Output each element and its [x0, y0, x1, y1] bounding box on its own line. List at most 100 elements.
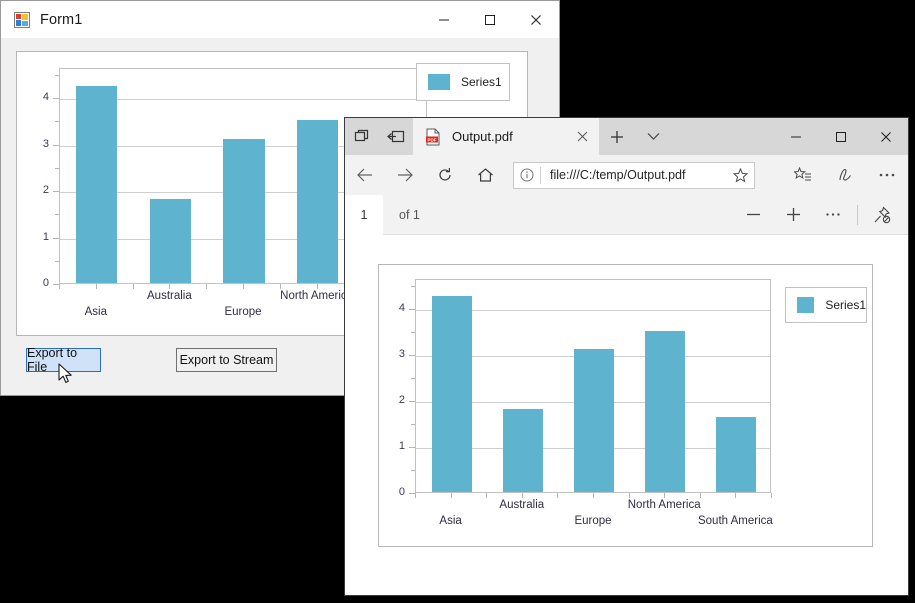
- x-axis-category-label: Australia: [499, 499, 545, 511]
- home-icon[interactable]: [465, 155, 505, 195]
- x-axis-tick: [628, 493, 630, 498]
- chart-bar: [223, 139, 265, 283]
- favorites-star-list-icon[interactable]: [782, 155, 824, 195]
- zoom-in-button[interactable]: [773, 195, 813, 235]
- add-notes-icon[interactable]: [824, 155, 866, 195]
- export-to-file-button[interactable]: Export to File: [26, 346, 101, 374]
- chevron-down-icon[interactable]: [635, 118, 671, 155]
- legend-color-swatch: [428, 74, 450, 90]
- unpin-toolbar-icon[interactable]: [862, 195, 902, 235]
- form1-caption-buttons: [421, 1, 559, 38]
- x-axis-category-label: Australia: [147, 290, 192, 302]
- x-axis-tick: [169, 284, 171, 289]
- y-axis-major-tick: [409, 354, 415, 356]
- chart-legend: Series1: [785, 287, 867, 323]
- y-axis-minor-tick: [55, 121, 59, 123]
- y-axis-major-tick: [409, 400, 415, 402]
- chart-bar: [431, 296, 472, 492]
- form1-maximize-button[interactable]: [467, 1, 513, 38]
- more-ellipsis-icon[interactable]: [866, 155, 908, 195]
- x-axis-tick: [486, 493, 488, 498]
- pdf-file-icon: PDF: [425, 128, 441, 146]
- y-axis-major-tick: [53, 191, 59, 193]
- new-tab-button[interactable]: [599, 118, 635, 155]
- y-axis-major-tick: [53, 144, 59, 146]
- y-axis-minor-tick: [55, 260, 59, 262]
- y-axis-minor-tick: [411, 331, 415, 333]
- x-axis-tick: [450, 493, 452, 498]
- x-axis-category-label: Asia: [84, 306, 107, 318]
- pdf-viewer-toolbar: 1 of 1: [345, 194, 908, 235]
- y-axis-minor-tick: [55, 167, 59, 169]
- y-axis-tick-label: 3: [398, 347, 405, 360]
- svg-text:PDF: PDF: [427, 137, 436, 142]
- y-axis-tick-label: 2: [42, 184, 49, 197]
- y-axis-tick-label: 1: [42, 230, 49, 243]
- y-axis-minor-tick: [55, 74, 59, 76]
- pdf-page-count-label: of 1: [399, 207, 420, 222]
- tab-previews-icon[interactable]: [345, 118, 379, 155]
- y-axis-minor-tick: [55, 214, 59, 216]
- x-axis-category-label: Asia: [439, 515, 462, 527]
- arrow-right-icon[interactable]: [385, 155, 425, 195]
- arrow-left-icon[interactable]: [345, 155, 385, 195]
- form1-minimize-button[interactable]: [421, 1, 467, 38]
- set-tabs-aside-icon[interactable]: [379, 118, 413, 155]
- edge-tab-strip[interactable]: PDF Output.pdf: [345, 118, 908, 155]
- pdf-more-ellipsis-icon[interactable]: [813, 195, 853, 235]
- pdf-toolbar-separator: [857, 204, 858, 225]
- edge-browser-window[interactable]: PDF Output.pdf file:///C:/temp/Output.pd…: [345, 118, 908, 595]
- edge-maximize-button[interactable]: [818, 118, 863, 155]
- star-icon[interactable]: [726, 167, 754, 183]
- info-icon[interactable]: [514, 168, 540, 182]
- legend-series-label: Series1: [461, 75, 502, 89]
- browser-tab-title: Output.pdf: [452, 129, 513, 144]
- y-axis-minor-tick: [411, 285, 415, 287]
- export-to-stream-button[interactable]: Export to Stream: [176, 348, 277, 372]
- y-axis-tick-label: 3: [42, 137, 49, 150]
- pdf-chart-image: 0 1 2 3 4 Asia Australia Europe North America Sou…: [378, 264, 873, 547]
- x-axis-tick: [316, 284, 318, 289]
- browser-tab-output-pdf[interactable]: PDF Output.pdf: [413, 118, 599, 155]
- chart-bar: [149, 199, 191, 283]
- x-axis-tick: [415, 493, 416, 498]
- address-bar-input[interactable]: file:///C:/temp/Output.pdf: [550, 168, 726, 182]
- form1-close-button[interactable]: [513, 1, 559, 38]
- edge-caption-buttons: [773, 118, 908, 155]
- pdf-chart-canvas: 0 1 2 3 4 Asia Australia Europe North America Sou…: [379, 265, 872, 546]
- x-axis-tick: [521, 493, 523, 498]
- y-axis-minor-tick: [411, 469, 415, 471]
- x-axis-tick: [735, 493, 737, 498]
- chart-bar: [502, 409, 543, 492]
- pdf-viewport[interactable]: 0 1 2 3 4 Asia Australia Europe North America Sou…: [345, 236, 908, 595]
- edge-minimize-button[interactable]: [773, 118, 818, 155]
- form1-title-bar[interactable]: Form1: [1, 1, 559, 38]
- y-axis-minor-tick: [411, 377, 415, 379]
- address-bar[interactable]: file:///C:/temp/Output.pdf: [513, 161, 755, 189]
- x-axis-tick: [664, 493, 666, 498]
- y-axis-tick-label: 4: [398, 301, 405, 314]
- form1-title-text: Form1: [40, 11, 83, 28]
- pdf-page-number-input[interactable]: 1: [345, 194, 383, 235]
- x-axis-tick: [132, 284, 134, 289]
- y-axis-major-tick: [53, 237, 59, 239]
- tab-close-icon[interactable]: [565, 118, 599, 155]
- x-axis-tick: [243, 284, 244, 289]
- y-axis-tick-label: 0: [42, 277, 49, 289]
- winforms-app-icon: [14, 11, 30, 28]
- x-axis-tick: [771, 493, 772, 498]
- chart-bar: [716, 417, 757, 492]
- y-axis-major-tick: [409, 446, 415, 448]
- x-axis-tick: [279, 284, 281, 289]
- chart-bar: [296, 120, 339, 283]
- refresh-icon[interactable]: [425, 155, 465, 195]
- y-axis-minor-tick: [411, 423, 415, 425]
- x-axis-tick: [206, 284, 208, 289]
- y-axis-tick-label: 4: [42, 91, 49, 104]
- y-axis-tick-label: 1: [398, 439, 405, 452]
- edge-navigation-bar: file:///C:/temp/Output.pdf: [345, 155, 908, 195]
- zoom-out-button[interactable]: [733, 195, 773, 235]
- x-axis-category-label: North America: [627, 499, 701, 511]
- y-axis-major-tick: [409, 308, 415, 310]
- edge-close-button[interactable]: [863, 118, 908, 155]
